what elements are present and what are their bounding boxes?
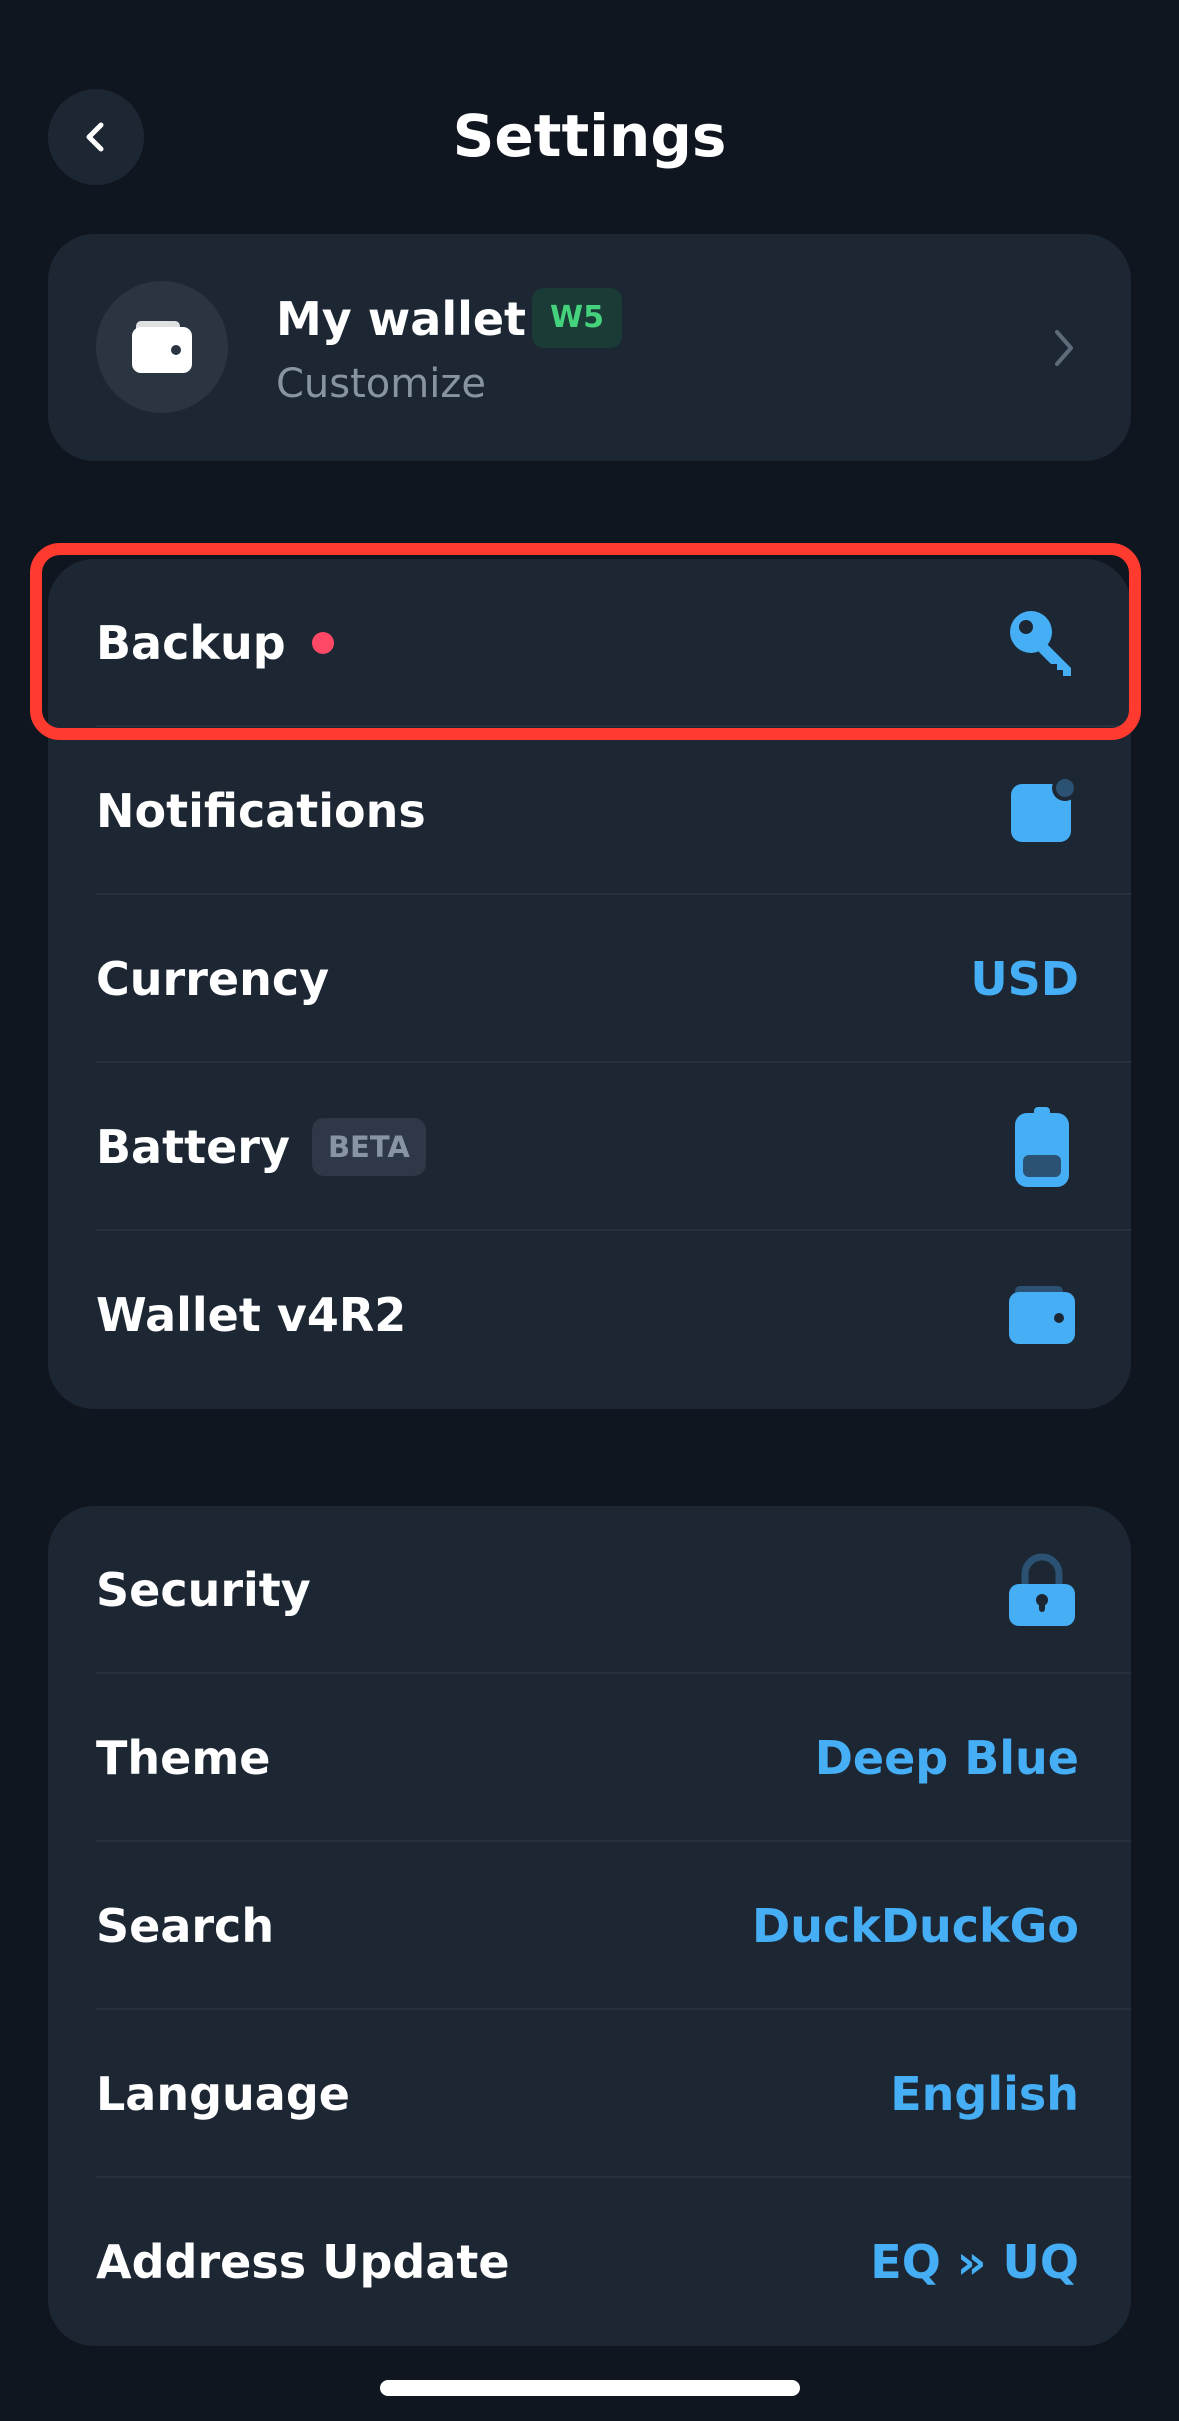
theme-value: Deep Blue xyxy=(814,1731,1079,1785)
wallet-icon xyxy=(1007,1231,1077,1399)
header: Settings xyxy=(0,0,1179,270)
search-label: Search xyxy=(96,1899,275,1953)
address-update-label: Address Update xyxy=(96,2235,510,2289)
notifications-label: Notifications xyxy=(96,784,426,838)
beta-badge: BETA xyxy=(311,1118,426,1176)
wallet-version-label: Wallet v4R2 xyxy=(96,1288,407,1342)
theme-row[interactable]: Theme Deep Blue xyxy=(48,1674,1131,1842)
settings-group-app: Security Theme Deep Blue Search DuckDuck… xyxy=(48,1506,1131,2346)
language-row[interactable]: Language English xyxy=(48,2010,1131,2178)
wallet-version-row[interactable]: Wallet v4R2 xyxy=(48,1231,1131,1399)
wallet-avatar xyxy=(96,281,228,413)
wallet-card[interactable]: My wallet W5 Customize xyxy=(48,234,1131,461)
wallet-icon xyxy=(132,321,192,373)
wallet-customize-label: Customize xyxy=(276,361,486,407)
page-title: Settings xyxy=(452,102,727,170)
security-label: Security xyxy=(96,1563,311,1617)
language-label: Language xyxy=(96,2067,350,2121)
theme-label: Theme xyxy=(96,1731,271,1785)
wallet-version-badge: W5 xyxy=(532,288,622,348)
chevron-right-icon xyxy=(1055,330,1073,366)
search-value: DuckDuckGo xyxy=(752,1899,1079,1953)
wallet-name: My wallet xyxy=(276,292,527,346)
lock-icon xyxy=(1007,1506,1077,1674)
search-row[interactable]: Search DuckDuckGo xyxy=(48,1842,1131,2010)
address-update-value: EQ » UQ xyxy=(870,2235,1079,2289)
language-value: English xyxy=(890,2067,1079,2121)
battery-row[interactable]: Battery BETA xyxy=(48,1063,1131,1231)
battery-icon xyxy=(1007,1063,1077,1231)
notification-icon xyxy=(1007,727,1077,895)
battery-label: Battery xyxy=(96,1120,290,1174)
highlight-box xyxy=(30,543,1141,740)
currency-label: Currency xyxy=(96,952,330,1006)
currency-value: USD xyxy=(970,952,1079,1006)
address-update-row[interactable]: Address Update EQ » UQ xyxy=(48,2178,1131,2346)
notifications-row[interactable]: Notifications xyxy=(48,727,1131,895)
security-row[interactable]: Security xyxy=(48,1506,1131,1674)
currency-row[interactable]: Currency USD xyxy=(48,895,1131,1063)
home-indicator xyxy=(380,2380,800,2396)
battery-label-wrap: Battery BETA xyxy=(96,1063,426,1231)
